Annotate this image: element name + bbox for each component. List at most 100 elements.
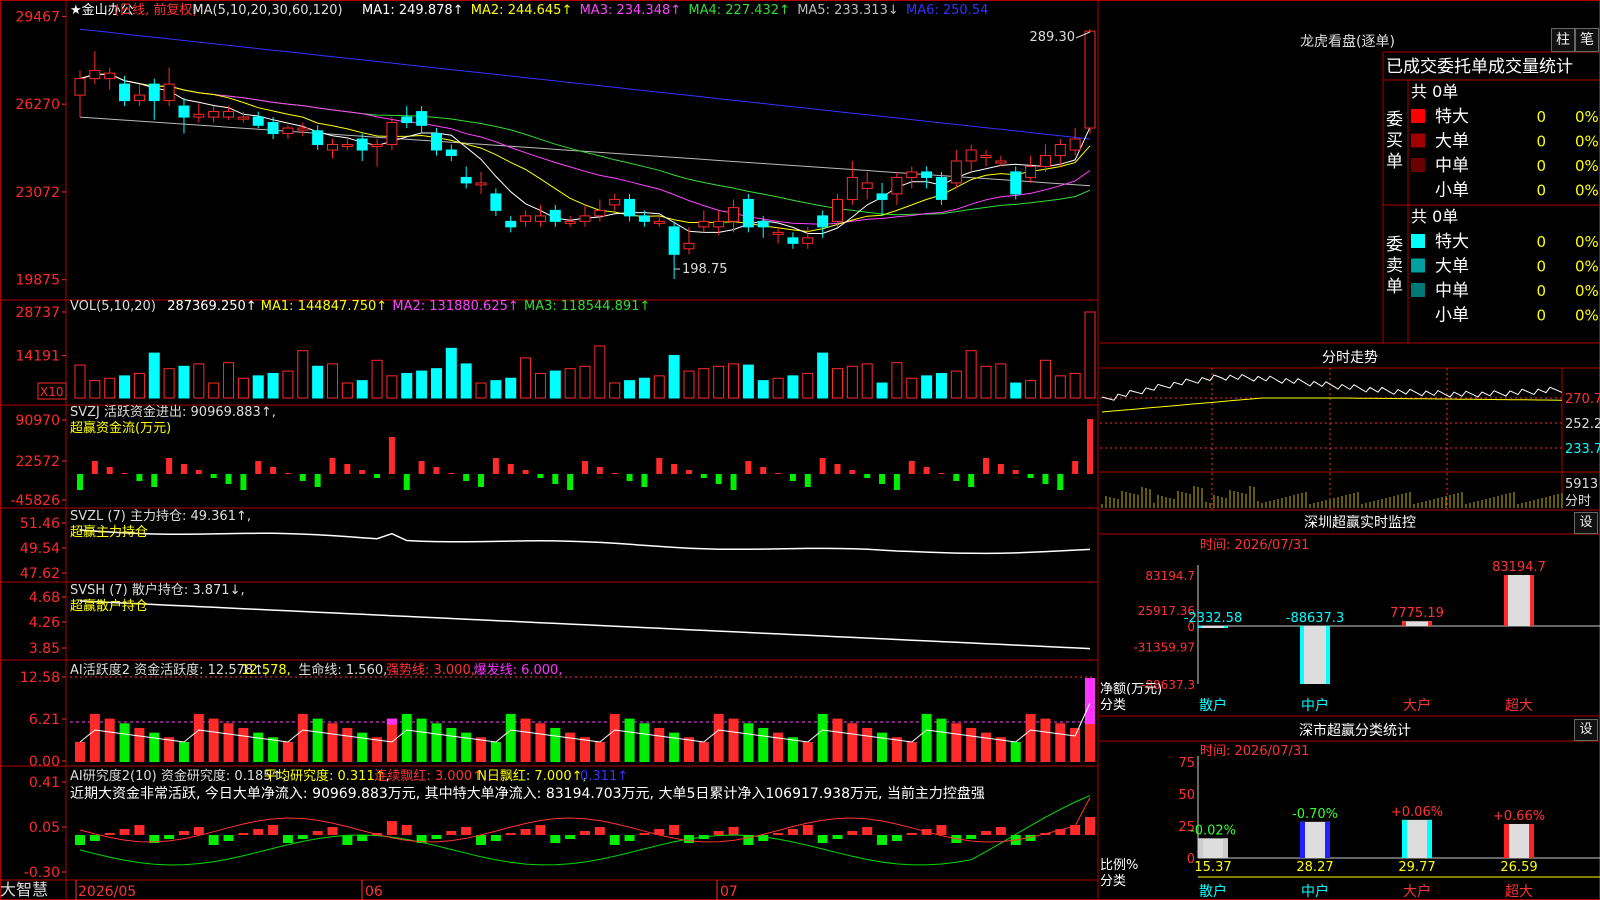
- ai-active-bar: [401, 713, 412, 762]
- low-price-label: 198.75: [682, 262, 728, 277]
- svzl-tick-label: 49.54: [20, 541, 60, 557]
- svzl-tick-label: 47.62: [20, 566, 60, 582]
- ai-active-bar: [193, 713, 204, 762]
- volume-bar: [683, 370, 695, 399]
- ai-research-bar: [178, 831, 189, 835]
- svzj-bar: [299, 474, 306, 481]
- candle-body: [416, 111, 428, 126]
- sz-classify-tick: 50: [1178, 788, 1195, 803]
- sz-monitor-bar: [1300, 626, 1330, 684]
- sz-monitor-bar: [1504, 575, 1534, 626]
- ai-active-bar: [253, 732, 264, 762]
- ai-research-bar: [208, 835, 219, 845]
- svzj-bar: [819, 458, 826, 474]
- candle-body: [713, 220, 725, 228]
- tick-mode-button[interactable]: 笔: [1575, 28, 1599, 52]
- svzj-bar: [329, 458, 336, 474]
- svzj-bar: [715, 474, 722, 484]
- ai-active-bar: [119, 723, 130, 762]
- volume-bar: [119, 375, 131, 399]
- svzj-bar: [745, 461, 752, 474]
- svzj-bar: [1042, 474, 1049, 484]
- volume-bar: [371, 359, 383, 399]
- candle-body: [980, 154, 992, 158]
- ai-research-bar: [847, 831, 858, 835]
- price-tick-label: 19875: [15, 273, 60, 289]
- volume-bar: [312, 365, 324, 399]
- svzj-bar: [611, 473, 618, 474]
- ai-active-bar: [624, 718, 635, 762]
- ai-active-bar: [936, 718, 947, 762]
- volume-bar: [1039, 359, 1051, 399]
- candle-body: [119, 83, 131, 102]
- ai-active-bar: [1070, 727, 1081, 762]
- ai-active-bar: [654, 727, 665, 762]
- volume-value: MA1: 144847.750↑: [261, 299, 387, 314]
- svzj-bar: [121, 473, 128, 474]
- candle-body: [267, 122, 279, 135]
- volume-bar: [638, 377, 650, 399]
- volume-bar: [445, 347, 457, 399]
- column-mode-button[interactable]: 柱: [1551, 28, 1575, 52]
- candle-body: [1025, 165, 1037, 178]
- sell-row-pct: 0%: [1575, 233, 1599, 251]
- ai-research-bar: [773, 833, 784, 835]
- volume-bar: [876, 382, 888, 399]
- ai-research-bar: [431, 835, 442, 839]
- volume-bar: [713, 365, 725, 399]
- candle-body: [683, 242, 695, 250]
- svzj-bar: [656, 458, 663, 474]
- candle-body: [995, 160, 1007, 164]
- sz-monitor-bar-edge: [1326, 626, 1330, 684]
- candle-body: [832, 198, 843, 222]
- ai-research-bar: [550, 835, 561, 843]
- volume-bar: [846, 365, 858, 399]
- ai-active-tick-label: 6.21: [29, 712, 60, 728]
- volume-bar: [341, 382, 353, 399]
- ai-active-bar: [758, 727, 769, 762]
- candle-body: [341, 144, 353, 148]
- ai-active-bar: [1055, 723, 1066, 762]
- ai-active-bar: [268, 737, 279, 762]
- buy-row-value: 0: [1536, 182, 1546, 200]
- svzj-bar: [180, 464, 187, 474]
- svzl-title: SVZL (7) 主力持仓: 49.361↑,: [70, 509, 251, 524]
- ai-active-bar: [1040, 718, 1051, 762]
- volume-unit-label: X10: [40, 385, 64, 399]
- svsh-line: [79, 600, 1091, 650]
- svzj-bar: [760, 467, 767, 474]
- sz-classify-category: 超大: [1505, 884, 1533, 900]
- ai-research-value: N日飘红: 7.000↑,: [477, 768, 586, 784]
- ai-research-bar: [1085, 817, 1095, 835]
- buy-total-label: 共 0单: [1411, 82, 1458, 101]
- candle-body: [148, 83, 160, 102]
- sz-monitor-bar-label: -2332.58: [1184, 611, 1242, 626]
- sz-monitor-category: 大户: [1403, 697, 1431, 714]
- sell-side-label: 单: [1386, 277, 1403, 297]
- svsh-subtitle: 超赢散户持仓: [70, 598, 148, 614]
- svzj-tick-label: 22572: [15, 454, 60, 470]
- ai-research-tick-label: 0.05: [29, 820, 60, 836]
- volume-bar: [252, 375, 264, 399]
- outer-frame: [0, 0, 1600, 900]
- ai-research-bar: [639, 833, 650, 835]
- volume-bar: [520, 357, 532, 399]
- svzj-bar: [77, 474, 83, 490]
- sz-classify-bar-edge: [1198, 838, 1203, 858]
- ai-active-bar: [698, 741, 709, 762]
- sz-classify-change: +0.66%: [1493, 809, 1545, 824]
- sz-classify-change: +0.06%: [1391, 805, 1443, 820]
- svzj-bar: [864, 474, 871, 478]
- sell-row-pct: 0%: [1575, 282, 1599, 300]
- candle-body: [445, 149, 457, 156]
- intraday-title: 分时走势: [1322, 350, 1378, 366]
- sz-classify-settings-button[interactable]: 设: [1574, 719, 1598, 741]
- sz-classify-bar-edge: [1504, 823, 1509, 858]
- sz-monitor-settings-button[interactable]: 设: [1574, 512, 1598, 534]
- ai-active-bar: [372, 737, 383, 762]
- volume-value: 287369.250↑: [167, 299, 256, 314]
- candle-body: [104, 72, 116, 80]
- volume-bar: [505, 377, 517, 399]
- candle-body: [520, 215, 532, 222]
- lhb-title: 龙虎看盘(逐单): [1300, 33, 1395, 50]
